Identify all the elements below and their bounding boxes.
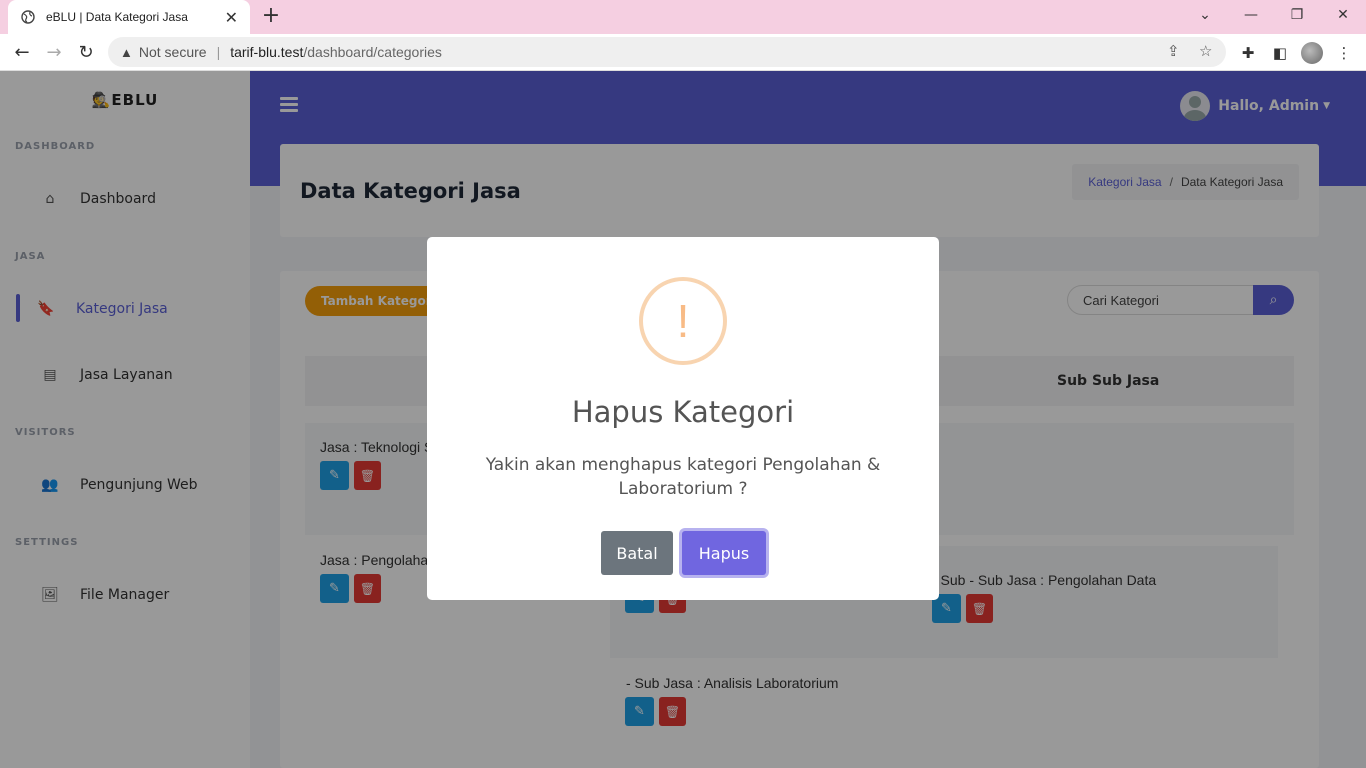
address-bar: ← → ↻ ▲ Not secure | tarif-blu.test /das…	[0, 34, 1366, 71]
share-icon[interactable]: ⇪	[1167, 42, 1180, 60]
url-field[interactable]: ▲ Not secure | tarif-blu.test /dashboard…	[108, 37, 1226, 67]
cancel-button[interactable]: Batal	[601, 531, 673, 575]
tab-close-icon[interactable]: ✕	[225, 8, 238, 27]
restore-icon[interactable]: ❐	[1274, 0, 1320, 30]
tab-search-chevron-icon[interactable]: ⌄	[1182, 0, 1228, 30]
warning-icon: !	[639, 277, 727, 365]
url-path: /dashboard/categories	[303, 44, 442, 60]
warning-icon-glyph: !	[676, 295, 690, 347]
dialog-title: Hapus Kategori	[571, 395, 795, 429]
tab-title: eBLU | Data Kategori Jasa	[46, 10, 188, 24]
extensions-icon[interactable]: ✚	[1237, 42, 1259, 64]
side-panel-icon[interactable]: ◧	[1269, 42, 1291, 64]
dialog-message: Yakin akan menghapus kategori Pengolahan…	[485, 455, 881, 499]
browser-menu-icon[interactable]: ⋮	[1333, 42, 1355, 64]
browser-tab-bar: eBLU | Data Kategori Jasa ✕ + ⌄ — ❐ ✕	[0, 0, 1366, 34]
new-tab-icon[interactable]: +	[260, 5, 282, 27]
not-secure-label: Not secure	[138, 44, 207, 60]
warning-icon: ▲	[120, 44, 133, 60]
reload-icon[interactable]: ↻	[74, 40, 98, 64]
profile-avatar[interactable]	[1301, 42, 1323, 64]
globe-icon	[20, 9, 36, 25]
confirm-delete-button[interactable]: Hapus	[682, 531, 766, 575]
confirm-delete-dialog: ! Hapus Kategori Yakin akan menghapus ka…	[427, 237, 939, 600]
minimize-icon[interactable]: —	[1228, 0, 1274, 30]
browser-tab[interactable]: eBLU | Data Kategori Jasa ✕	[8, 0, 250, 34]
back-icon[interactable]: ←	[10, 40, 34, 64]
url-host: tarif-blu.test	[230, 44, 304, 60]
url-separator: |	[216, 44, 221, 60]
forward-icon[interactable]: →	[42, 40, 66, 64]
window-close-icon[interactable]: ✕	[1320, 0, 1366, 30]
bookmark-star-icon[interactable]: ☆	[1199, 42, 1212, 60]
